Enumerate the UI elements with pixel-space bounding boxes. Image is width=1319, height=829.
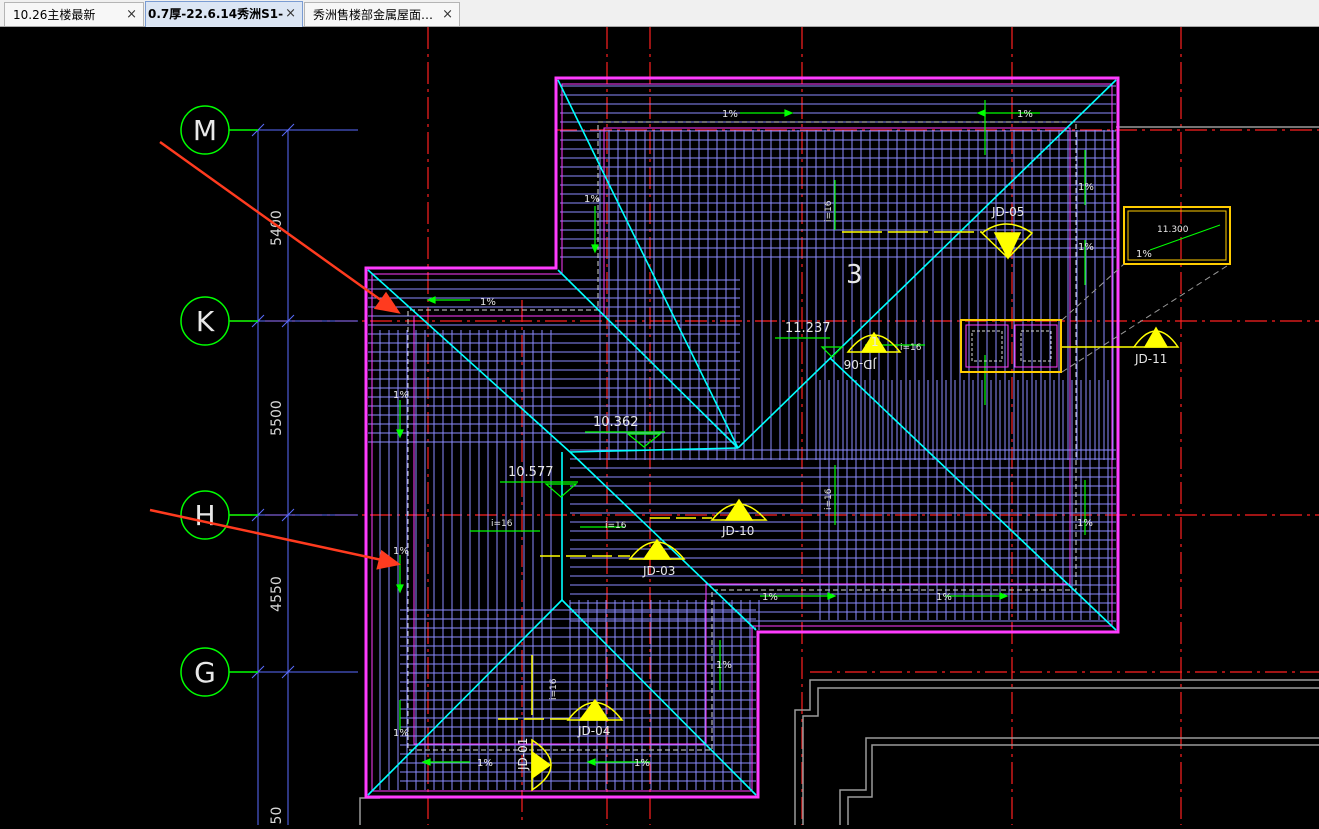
slope-ratio: i=16 <box>549 678 559 700</box>
slope-label: 1% <box>1078 242 1094 253</box>
detail-label-jd03: JD-03 <box>642 564 675 578</box>
detail-label-jd01: JD-01 <box>516 738 530 771</box>
region-number: 3 <box>846 260 863 290</box>
axis-label-k: K <box>196 305 215 338</box>
elevation-11-300: 11.300 <box>1157 225 1189 235</box>
dimension-5500: 5500 <box>269 400 285 436</box>
axis-label-h: H <box>194 499 215 532</box>
slope-label: 1% <box>1017 109 1033 120</box>
slope-ratio: i=16 <box>824 200 834 222</box>
annotation-arrows <box>149 140 401 570</box>
slope-label: 1% <box>584 194 600 205</box>
elevation-10-362: 10.362 <box>593 415 639 430</box>
detail-label-jd06: JD-06 <box>844 357 877 371</box>
slope-label: 1% <box>393 546 409 557</box>
document-tab-bar: 10.26主楼最新 × 0.7厚-22.6.14秀洲S1- × 秀洲售楼部金属屋… <box>0 0 1319 27</box>
detail-label-jd05: JD-05 <box>991 205 1024 219</box>
tab-label: 秀洲售楼部金属屋面… <box>313 8 434 22</box>
roof-panel-hatch <box>368 85 1116 790</box>
slope-label: 1% <box>1078 182 1094 193</box>
grid-lines <box>230 27 1319 825</box>
detail-label-jd04: JD-04 <box>577 724 610 738</box>
slope-ratio: i=16 <box>605 521 627 531</box>
detail-label-jd11: JD-11 <box>1134 352 1167 366</box>
slope-label: 1% <box>393 390 409 401</box>
slope-labels: 1% 1% 1% 1% 1% 1% 1% 1% 1% 1% 1% 1% 1% 1… <box>393 109 1152 769</box>
slope-label: 1% <box>480 297 496 308</box>
slope-label: 1% <box>477 758 493 769</box>
dimension-chain <box>232 123 358 825</box>
slope-label: 1% <box>634 758 650 769</box>
dimension-4550: 4550 <box>269 576 285 612</box>
tab-roof-plan[interactable]: 0.7厚-22.6.14秀洲S1- × <box>145 1 303 27</box>
tab-sales-office-metal-roof[interactable]: 秀洲售楼部金属屋面… × <box>304 2 460 26</box>
dimension-5400: 5400 <box>269 210 285 246</box>
elevation-10-577: 10.577 <box>508 465 554 480</box>
tab-label: 10.26主楼最新 <box>13 8 96 22</box>
tab-label: 0.7厚-22.6.14秀洲S1- <box>148 7 284 21</box>
tab-main-building[interactable]: 10.26主楼最新 × <box>4 2 144 26</box>
slope-ratio: i=16 <box>824 488 834 510</box>
elevation-11-237: 11.237 <box>785 321 831 336</box>
axis-labels: M K H G <box>193 114 217 689</box>
detail-label-jd10: JD-10 <box>721 524 754 538</box>
slope-label: 1% <box>1077 518 1093 529</box>
slope-label: 1% <box>936 592 952 603</box>
dimension-850: 850 <box>269 807 285 825</box>
slope-label: 1% <box>722 109 738 120</box>
axis-label-g: G <box>194 656 216 689</box>
slope-label: 1% <box>716 660 732 671</box>
close-icon[interactable]: × <box>126 4 137 26</box>
section-number: 1 <box>871 335 879 349</box>
slope-ratio: i=16 <box>491 519 513 529</box>
dimension-labels: 5400 5500 4550 850 <box>269 210 285 829</box>
slope-label: 1% <box>393 728 409 739</box>
axis-label-m: M <box>193 114 217 147</box>
slope-label: 1% <box>1136 249 1152 260</box>
axis-bubbles <box>180 105 258 697</box>
close-icon[interactable]: × <box>285 3 296 25</box>
close-icon[interactable]: × <box>442 4 453 26</box>
drawing-canvas[interactable]: 5400 5500 4550 850 M K H G 1% 1% 1% 1% 1… <box>0 27 1319 829</box>
slope-ratio: i=16 <box>900 343 922 353</box>
slope-label: 1% <box>762 592 778 603</box>
